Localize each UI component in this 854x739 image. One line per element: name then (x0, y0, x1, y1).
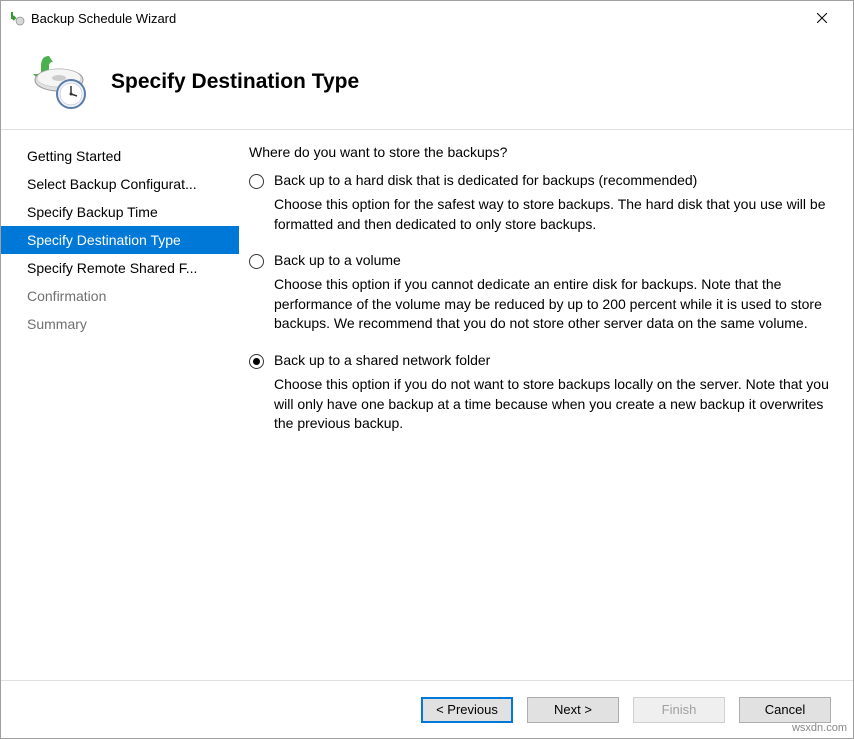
radio-dedicated-disk[interactable] (249, 174, 264, 189)
app-icon (9, 10, 25, 26)
next-button[interactable]: Next > (527, 697, 619, 723)
close-icon (817, 13, 827, 23)
wizard-steps-sidebar: Getting Started Select Backup Configurat… (1, 130, 239, 680)
wizard-content: Where do you want to store the backups? … (239, 130, 853, 680)
window-title: Backup Schedule Wizard (31, 11, 799, 26)
sidebar-item-specify-backup-time[interactable]: Specify Backup Time (1, 198, 239, 226)
previous-button[interactable]: < Previous (421, 697, 513, 723)
wizard-header: Specify Destination Type (1, 35, 853, 130)
wizard-window: Backup Schedule Wizard Specify Destinati… (0, 0, 854, 739)
finish-button: Finish (633, 697, 725, 723)
sidebar-item-specify-remote-shared[interactable]: Specify Remote Shared F... (1, 254, 239, 282)
option-label[interactable]: Back up to a volume (274, 252, 401, 268)
option-network-folder: Back up to a shared network folder Choos… (249, 352, 831, 434)
sidebar-item-specify-destination-type[interactable]: Specify Destination Type (1, 226, 239, 254)
sidebar-item-select-backup-config[interactable]: Select Backup Configurat... (1, 170, 239, 198)
option-volume: Back up to a volume Choose this option i… (249, 252, 831, 334)
page-title: Specify Destination Type (111, 70, 359, 94)
radio-network-folder[interactable] (249, 354, 264, 369)
sidebar-item-confirmation: Confirmation (1, 282, 239, 310)
backup-clock-icon (21, 52, 91, 112)
option-dedicated-disk: Back up to a hard disk that is dedicated… (249, 172, 831, 234)
radio-volume[interactable] (249, 254, 264, 269)
option-label[interactable]: Back up to a shared network folder (274, 352, 490, 368)
close-button[interactable] (799, 3, 845, 33)
cancel-button[interactable]: Cancel (739, 697, 831, 723)
option-description: Choose this option for the safest way to… (274, 195, 831, 234)
watermark: wsxdn.com (792, 722, 847, 734)
sidebar-item-summary: Summary (1, 310, 239, 338)
wizard-body: Getting Started Select Backup Configurat… (1, 130, 853, 680)
wizard-footer: < Previous Next > Finish Cancel (1, 680, 853, 738)
titlebar: Backup Schedule Wizard (1, 1, 853, 35)
content-question: Where do you want to store the backups? (249, 144, 831, 160)
option-description: Choose this option if you do not want to… (274, 375, 831, 434)
sidebar-item-getting-started[interactable]: Getting Started (1, 142, 239, 170)
option-label[interactable]: Back up to a hard disk that is dedicated… (274, 172, 697, 188)
option-description: Choose this option if you cannot dedicat… (274, 275, 831, 334)
